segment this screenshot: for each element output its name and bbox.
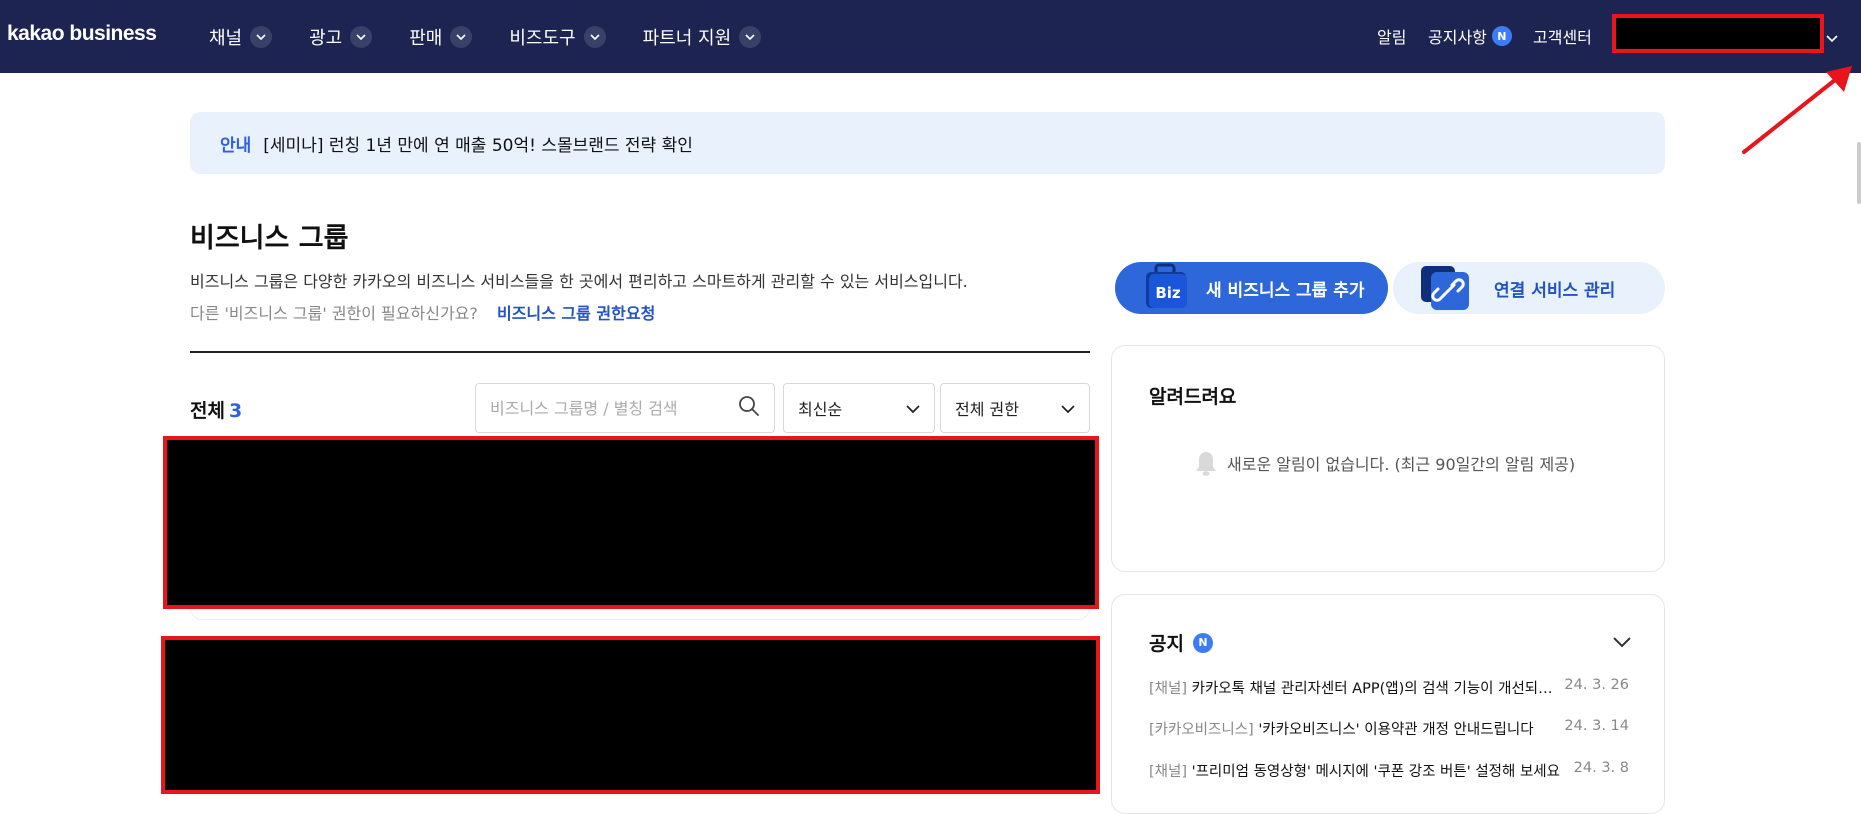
role-select[interactable]: 전체 권한: [940, 383, 1090, 433]
chevron-down-icon: [450, 26, 473, 48]
link-cards-icon: [1418, 263, 1476, 313]
nav-item-label: 채널: [209, 28, 243, 49]
alerts-empty-state: 새로운 알림이 없습니다. (최근 90일간의 알림 제공): [1195, 450, 1575, 476]
notice-category: [채널]: [1149, 764, 1187, 780]
nav-item-ads[interactable]: 광고: [309, 24, 373, 50]
alerts-empty-message: 새로운 알림이 없습니다. (최근 90일간의 알림 제공): [1227, 455, 1576, 474]
manage-connected-services-label: 연결 서비스 관리: [1494, 280, 1616, 301]
notice-date: 24. 3. 8: [1573, 760, 1629, 776]
chevron-down-icon: [583, 26, 606, 48]
add-business-group-label: 새 비즈니스 그룹 추가: [1206, 280, 1365, 301]
notice-item[interactable]: [채널] 카카오톡 채널 관리자센터 APP(앱)의 검색 기능이 개선되었습니…: [1149, 677, 1629, 698]
business-group-card-redacted[interactable]: [163, 436, 1099, 609]
nav-item-label: 파트너 지원: [642, 28, 732, 49]
biz-icon-text: Biz: [1155, 284, 1181, 302]
permission-request-row: 다른 '비즈니스 그룹' 권한이 필요하신가요? 비즈니스 그룹 권한요청: [190, 300, 655, 324]
notices-panel: 공지 N [채널] 카카오톡 채널 관리자센터 APP(앱)의 검색 기능이 개…: [1111, 594, 1665, 814]
account-menu-redacted[interactable]: [1612, 14, 1824, 53]
search-icon[interactable]: [738, 395, 760, 421]
sort-select[interactable]: 최신순: [783, 383, 935, 433]
page-title: 비즈니스 그룹: [190, 223, 349, 254]
chevron-down-icon: [739, 26, 762, 48]
kakao-business-logo[interactable]: kakao business: [7, 22, 157, 46]
biz-briefcase-icon: Biz: [1142, 262, 1194, 314]
chevron-down-icon[interactable]: [1826, 28, 1838, 47]
nav-item-partner-support[interactable]: 파트너 지원: [643, 24, 762, 50]
sort-selected-value: 최신순: [798, 400, 843, 419]
bell-icon: [1195, 450, 1217, 476]
customer-center-label: 고객센터: [1533, 28, 1592, 47]
notices-header: 공지 N: [1149, 629, 1213, 656]
notice-link[interactable]: 공지사항 N: [1428, 24, 1512, 48]
permission-question: 다른 '비즈니스 그룹' 권한이 필요하신가요?: [190, 304, 478, 323]
nav-item-label: 판매: [409, 28, 443, 49]
nav-item-sales[interactable]: 판매: [409, 24, 473, 50]
nav-item-biz-tools[interactable]: 비즈도구: [509, 24, 606, 50]
notice-date: 24. 3. 14: [1564, 718, 1629, 734]
chevron-down-icon: [1061, 399, 1075, 418]
main-nav: 채널 광고 판매 비즈도구 파트너 지원: [209, 22, 798, 52]
notice-label: 공지사항: [1428, 28, 1487, 47]
banner-message: [세미나] 런칭 1년 만에 연 매출 50억! 스몰브랜드 전략 확인: [263, 135, 693, 156]
alerts-panel: 알려드려요 새로운 알림이 없습니다. (최근 90일간의 알림 제공): [1111, 345, 1665, 572]
notice-text: '프리미엄 동영상형' 메시지에 '쿠폰 강조 버튼' 설정해 보세요: [1191, 764, 1560, 780]
notice-text: 카카오톡 채널 관리자센터 APP(앱)의 검색 기능이 개선되었습니다: [1191, 681, 1555, 697]
role-selected-value: 전체 권한: [955, 400, 1019, 419]
notice-item[interactable]: [카카오비즈니스] '카카오비즈니스' 이용약관 개정 안내드립니다 24. 3…: [1149, 718, 1629, 739]
search-input[interactable]: [490, 398, 738, 418]
total-count: 전체 3: [190, 396, 242, 423]
alarm-label: 알림: [1377, 28, 1407, 47]
chevron-down-icon: [350, 26, 373, 48]
notice-item[interactable]: [채널] '프리미엄 동영상형' 메시지에 '쿠폰 강조 버튼' 설정해 보세요…: [1149, 760, 1629, 781]
notice-text: '카카오비즈니스' 이용약관 개정 안내드립니다: [1258, 722, 1534, 738]
chevron-down-icon: [906, 399, 920, 418]
section-divider: [190, 351, 1090, 353]
info-banner[interactable]: 안내 [세미나] 런칭 1년 만에 연 매출 50억! 스몰브랜드 전략 확인: [190, 112, 1665, 174]
total-count-number: 3: [228, 400, 243, 422]
business-group-card-redacted[interactable]: [161, 636, 1100, 794]
top-navigation-bar: kakao business 채널 광고 판매 비즈도구 파트너 지원 알림 공…: [0, 0, 1861, 73]
notice-category: [카카오비즈니스]: [1149, 722, 1254, 738]
alerts-title: 알려드려요: [1149, 386, 1237, 408]
permission-request-link[interactable]: 비즈니스 그룹 권한요청: [497, 304, 655, 323]
banner-tag: 안내: [220, 135, 252, 156]
customer-center-link[interactable]: 고객센터: [1533, 24, 1592, 48]
notice-category: [채널]: [1149, 681, 1187, 697]
search-field[interactable]: [475, 383, 775, 433]
chevron-down-icon: [250, 26, 273, 48]
alarm-link[interactable]: 알림: [1377, 24, 1406, 48]
notices-title: 공지: [1149, 633, 1184, 655]
total-label: 전체: [190, 400, 225, 422]
new-badge: N: [1192, 632, 1213, 653]
notice-date: 24. 3. 26: [1564, 677, 1629, 693]
annotation-arrow-icon: [1742, 66, 1852, 154]
manage-connected-services-button[interactable]: 연결 서비스 관리: [1393, 262, 1665, 314]
add-business-group-button[interactable]: Biz 새 비즈니스 그룹 추가: [1115, 262, 1388, 314]
nav-item-label: 비즈도구: [509, 28, 576, 49]
new-badge: N: [1491, 26, 1512, 46]
nav-item-channel[interactable]: 채널: [209, 24, 273, 50]
nav-item-label: 광고: [309, 28, 343, 49]
page-description: 비즈니스 그룹은 다양한 카카오의 비즈니스 서비스들을 한 곳에서 편리하고 …: [190, 272, 968, 291]
chevron-down-icon[interactable]: [1612, 633, 1632, 652]
scrollbar-edge[interactable]: [1857, 142, 1861, 204]
